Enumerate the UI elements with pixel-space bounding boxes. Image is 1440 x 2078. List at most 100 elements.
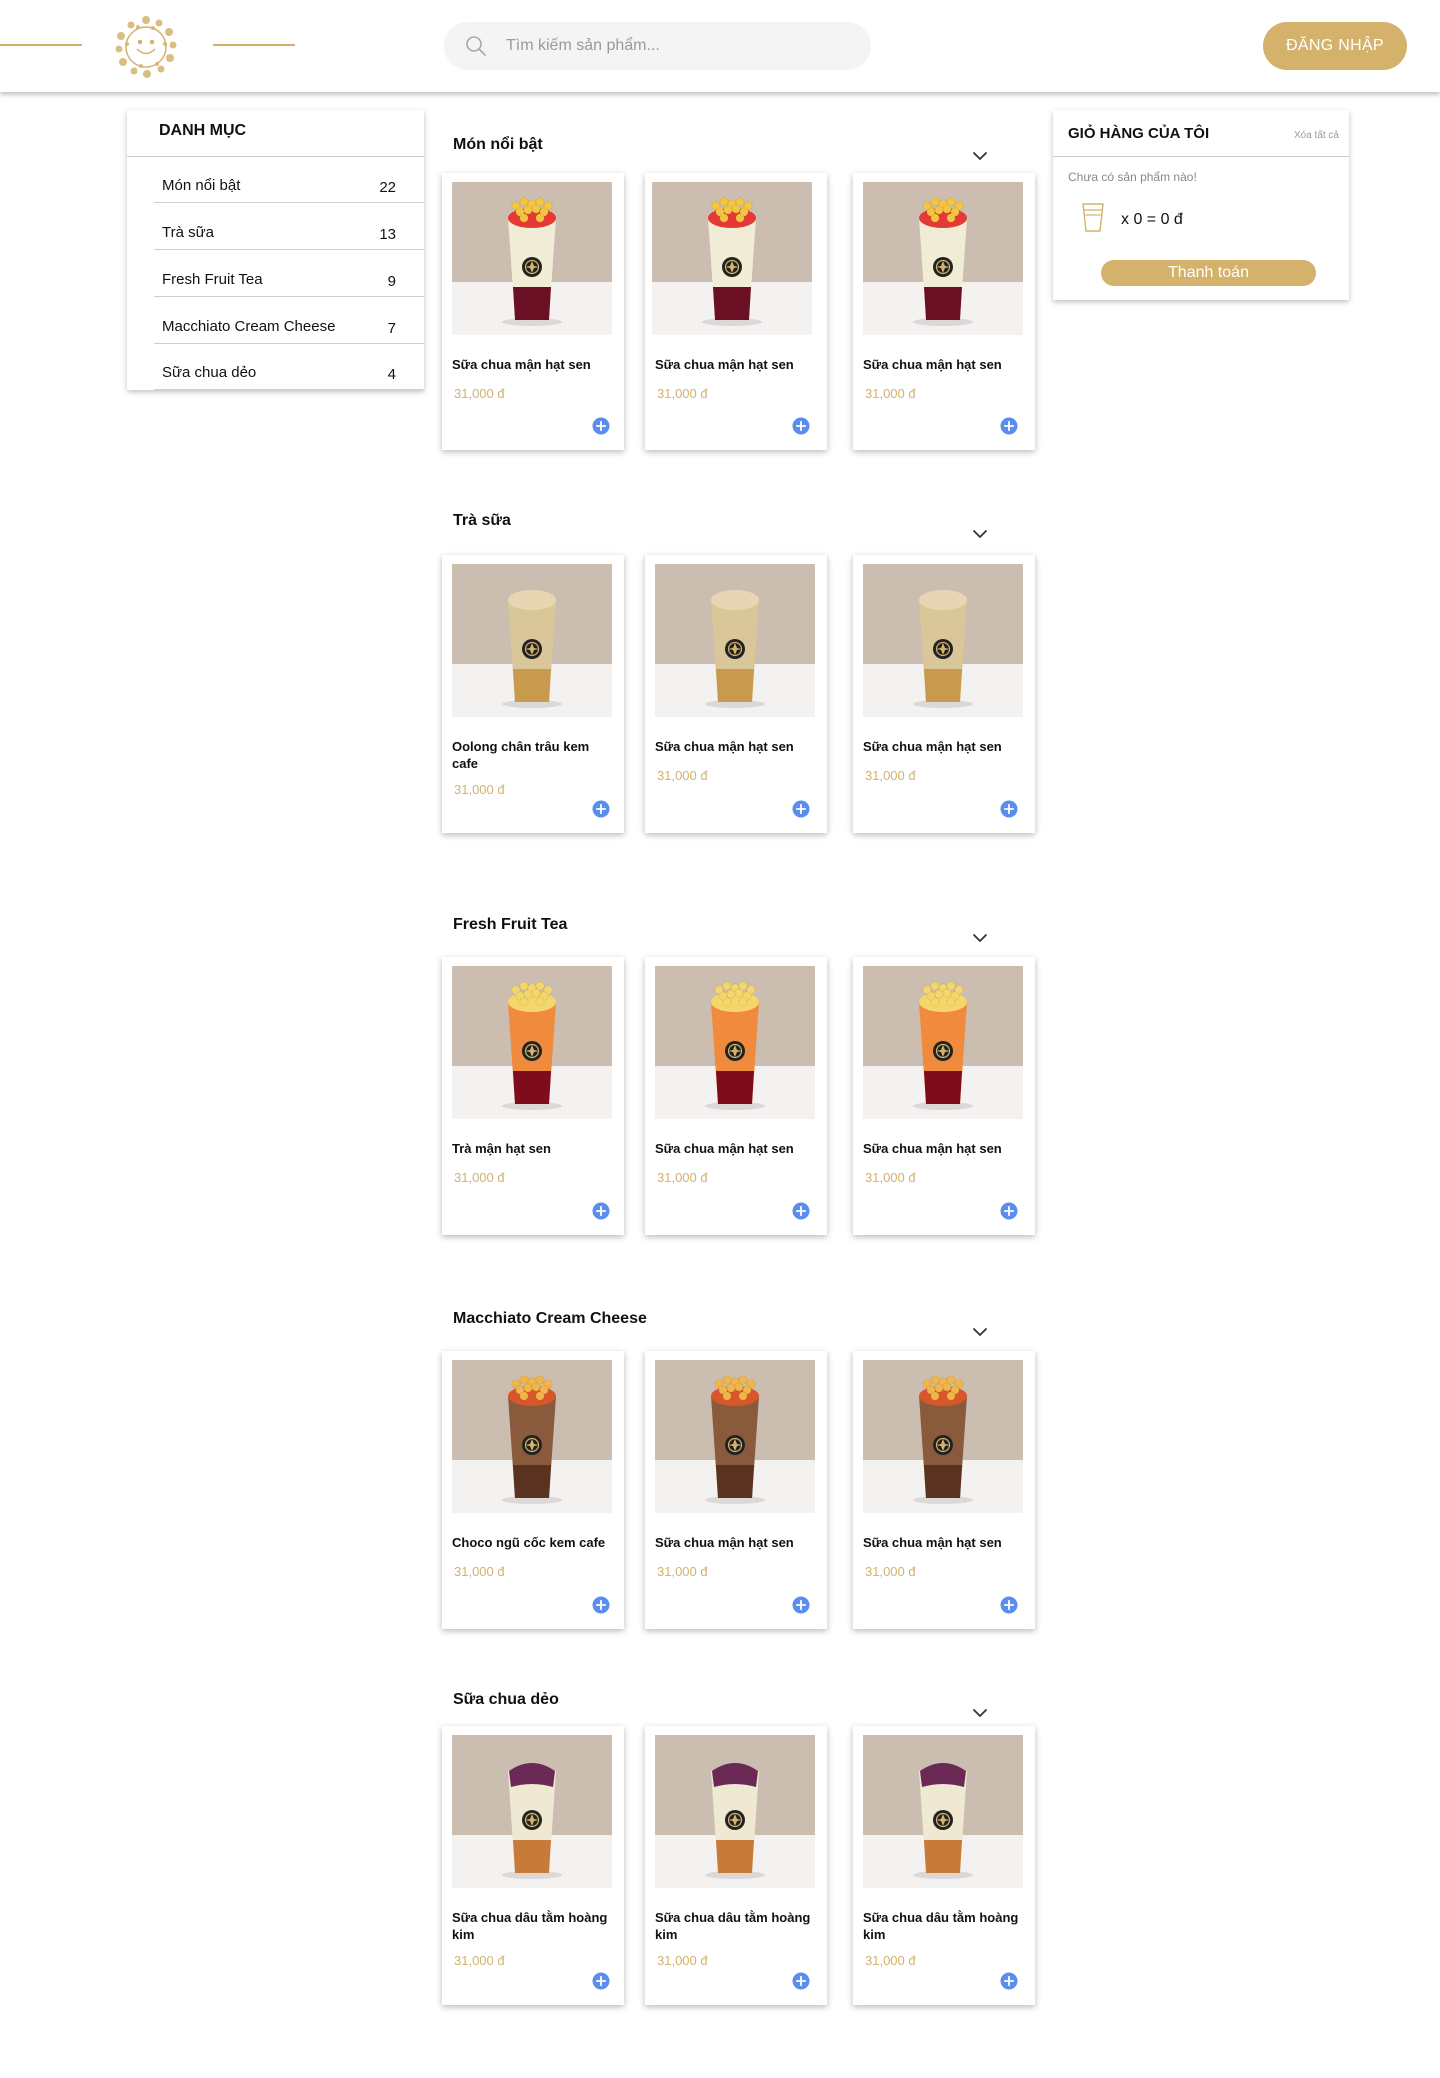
category-label: Fresh Fruit Tea [162, 271, 263, 288]
login-button[interactable]: ĐĂNG NHẬP [1263, 22, 1407, 70]
product-price: 31,000 đ [657, 386, 708, 401]
product-image[interactable] [863, 564, 1023, 717]
search-input[interactable] [506, 22, 846, 70]
add-to-cart-icon[interactable] [1000, 1596, 1018, 1614]
add-to-cart-icon[interactable] [1000, 800, 1018, 818]
product-section: Trà sữa Oolong chân trâu kem cafe 31,000 … [442, 490, 1035, 843]
product-image[interactable] [863, 966, 1023, 1119]
product-image[interactable] [452, 564, 612, 717]
category-count: 13 [379, 226, 396, 243]
product-card[interactable]: Sữa chua mận hạt sen 31,000 đ [853, 173, 1035, 450]
category-item-sua-chua-deo[interactable]: Sữa chua dẻo 4 [154, 344, 424, 390]
add-to-cart-icon[interactable] [592, 1202, 610, 1220]
product-image[interactable] [452, 1360, 612, 1513]
chevron-down-icon[interactable] [972, 148, 988, 160]
checkout-button[interactable]: Thanh toán [1101, 260, 1316, 286]
add-to-cart-icon[interactable] [592, 800, 610, 818]
chevron-down-icon[interactable] [972, 526, 988, 538]
chevron-down-icon[interactable] [972, 1324, 988, 1336]
category-item-macchiato-cream-cheese[interactable]: Macchiato Cream Cheese 7 [154, 298, 424, 344]
product-card[interactable]: Choco ngũ cốc kem cafe 31,000 đ [442, 1351, 624, 1629]
add-to-cart-icon[interactable] [1000, 1972, 1018, 1990]
product-name: Trà mận hạt sen [452, 1141, 551, 1156]
product-card[interactable]: Sữa chua dâu tằm hoàng kim 31,000 đ [853, 1726, 1035, 2005]
add-to-cart-icon[interactable] [792, 1972, 810, 1990]
decorative-line-right [213, 44, 295, 46]
add-to-cart-icon[interactable] [1000, 1202, 1018, 1220]
product-name: Sữa chua mận hạt sen [863, 357, 1002, 372]
add-to-cart-icon[interactable] [792, 1202, 810, 1220]
product-name: Sữa chua mận hạt sen [863, 1141, 1002, 1156]
product-card[interactable]: Sữa chua mận hạt sen 31,000 đ [645, 555, 827, 833]
product-image[interactable] [452, 1735, 612, 1888]
chevron-down-icon[interactable] [972, 930, 988, 942]
product-price: 31,000 đ [865, 1953, 916, 1968]
product-price: 31,000 đ [454, 1564, 505, 1579]
product-image[interactable] [655, 564, 815, 717]
product-card[interactable]: Sữa chua mận hạt sen 31,000 đ [853, 555, 1035, 833]
cart-title: GIỎ HÀNG CỦA TÔI [1068, 125, 1210, 142]
search-icon [466, 36, 486, 56]
product-name: Oolong chân trâu kem cafe [452, 739, 590, 771]
category-count: 9 [387, 273, 396, 290]
product-card[interactable]: Sữa chua mận hạt sen 31,000 đ [853, 957, 1035, 1235]
product-price: 31,000 đ [454, 782, 505, 797]
product-price: 31,000 đ [657, 1170, 708, 1185]
product-card[interactable]: Sữa chua mận hạt sen 31,000 đ [645, 173, 827, 450]
category-item-fresh-fruit-tea[interactable]: Fresh Fruit Tea 9 [154, 251, 424, 297]
category-item-mon-noi-bat[interactable]: Món nổi bật 22 [154, 157, 424, 203]
floral-wreath-logo-icon[interactable] [113, 14, 179, 80]
product-price: 31,000 đ [865, 1564, 916, 1579]
product-card[interactable]: Trà mận hạt sen 31,000 đ [442, 957, 624, 1235]
category-label: Macchiato Cream Cheese [162, 318, 336, 335]
category-panel: DANH MỤC Món nổi bật 22 Trà sữa 13 Fresh… [127, 110, 424, 390]
add-to-cart-icon[interactable] [1000, 417, 1018, 435]
product-name: Sữa chua dâu tằm hoàng kim [655, 1910, 811, 1942]
search-bar[interactable] [444, 22, 871, 70]
product-image[interactable] [652, 182, 812, 335]
chevron-down-icon[interactable] [972, 1705, 988, 1717]
add-to-cart-icon[interactable] [792, 417, 810, 435]
section-title: Macchiato Cream Cheese [453, 1310, 647, 1327]
product-name: Sữa chua mận hạt sen [452, 357, 591, 372]
product-card[interactable]: Sữa chua mận hạt sen 31,000 đ [853, 1351, 1035, 1629]
add-to-cart-icon[interactable] [792, 1596, 810, 1614]
product-card[interactable]: Oolong chân trâu kem cafe 31,000 đ [442, 555, 624, 833]
product-price: 31,000 đ [454, 386, 505, 401]
cart-summary: x 0 = 0 đ [1121, 211, 1183, 228]
section-title: Sữa chua dẻo [453, 1691, 559, 1708]
product-image[interactable] [863, 1735, 1023, 1888]
product-name: Sữa chua mận hạt sen [863, 739, 1002, 754]
product-name: Sữa chua dâu tằm hoàng kim [863, 1910, 1019, 1942]
product-card[interactable]: Sữa chua mận hạt sen 31,000 đ [645, 1351, 827, 1629]
cart-empty-message: Chưa có sản phẩm nào! [1068, 170, 1197, 184]
product-price: 31,000 đ [865, 386, 916, 401]
product-image[interactable] [655, 1360, 815, 1513]
section-title: Fresh Fruit Tea [453, 916, 568, 933]
product-image[interactable] [452, 182, 612, 335]
clear-cart-link[interactable]: Xóa tất cả [1294, 130, 1339, 141]
cup-icon [1082, 203, 1104, 232]
section-title: Trà sữa [453, 512, 511, 529]
product-price: 31,000 đ [454, 1953, 505, 1968]
product-card[interactable]: Sữa chua mận hạt sen 31,000 đ [645, 957, 827, 1235]
product-image[interactable] [655, 966, 815, 1119]
product-image[interactable] [863, 1360, 1023, 1513]
product-card[interactable]: Sữa chua mận hạt sen 31,000 đ [442, 173, 624, 450]
product-price: 31,000 đ [865, 768, 916, 783]
product-card[interactable]: Sữa chua dâu tằm hoàng kim 31,000 đ [645, 1726, 827, 2005]
product-name: Sữa chua mận hạt sen [655, 1535, 794, 1550]
divider [1053, 156, 1349, 157]
cart-panel: GIỎ HÀNG CỦA TÔI Xóa tất cả Chưa có sản … [1053, 110, 1349, 300]
product-image[interactable] [655, 1735, 815, 1888]
product-image[interactable] [863, 182, 1023, 335]
product-price: 31,000 đ [657, 1564, 708, 1579]
category-count: 22 [379, 179, 396, 196]
category-item-tra-sua[interactable]: Trà sữa 13 [154, 204, 424, 250]
add-to-cart-icon[interactable] [592, 1596, 610, 1614]
product-image[interactable] [452, 966, 612, 1119]
add-to-cart-icon[interactable] [592, 1972, 610, 1990]
product-card[interactable]: Sữa chua dâu tằm hoàng kim 31,000 đ [442, 1726, 624, 2005]
add-to-cart-icon[interactable] [792, 800, 810, 818]
add-to-cart-icon[interactable] [592, 417, 610, 435]
